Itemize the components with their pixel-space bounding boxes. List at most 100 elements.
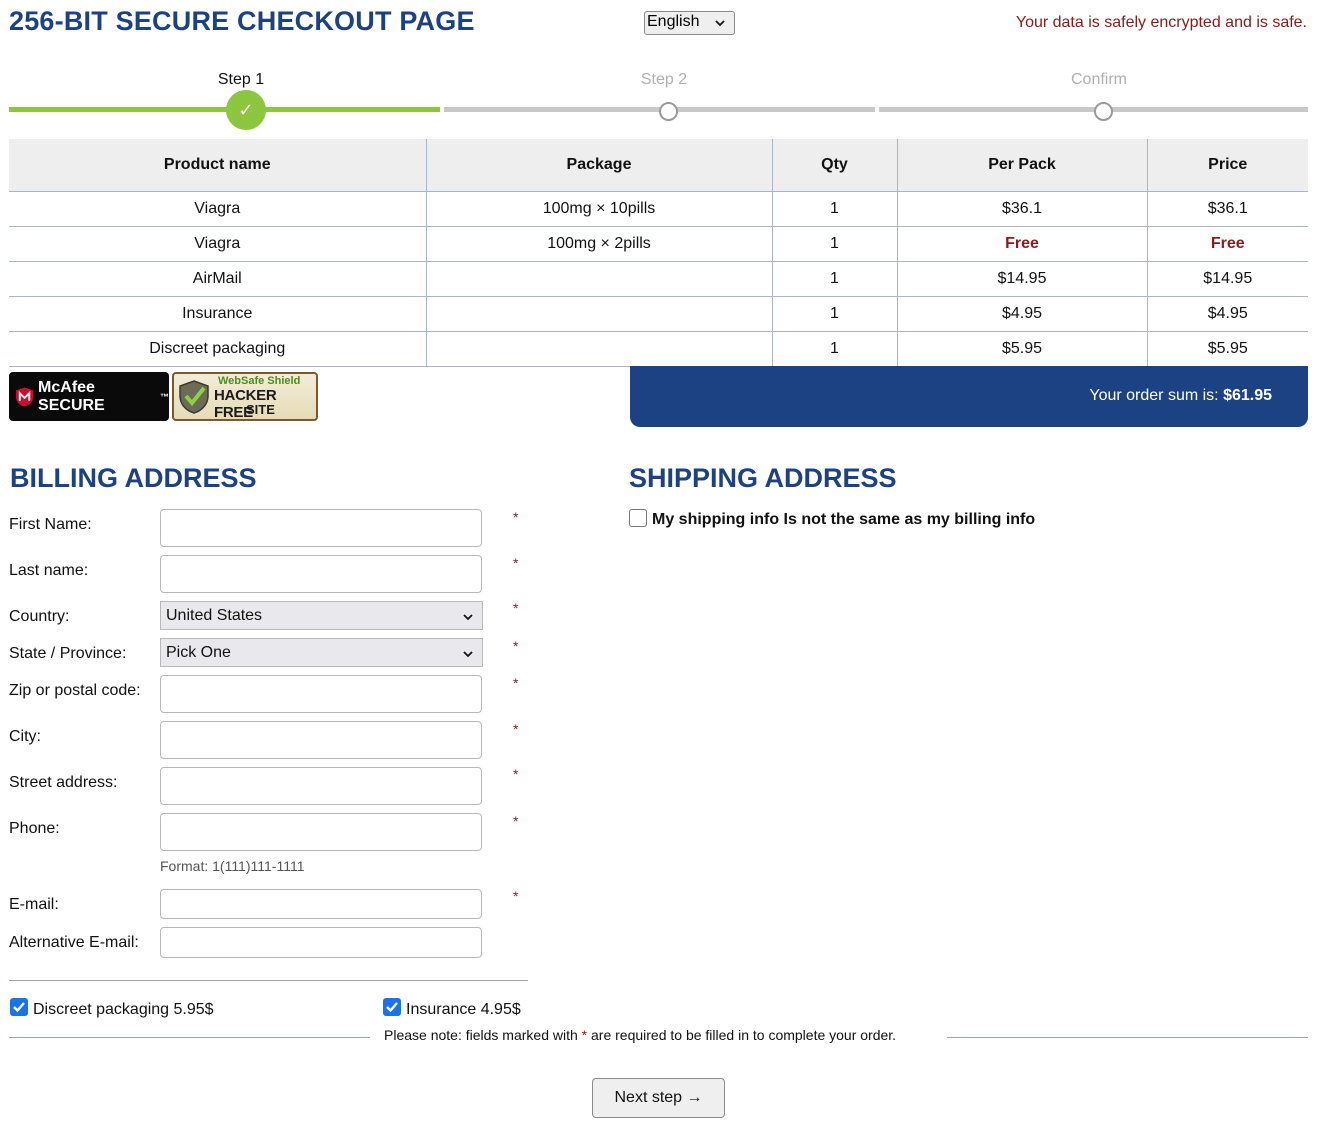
state-select[interactable]: Pick One	[160, 638, 483, 667]
hacker-free-badge[interactable]: WebSafe Shield HACKER FREE SITE	[172, 372, 318, 421]
country-label: Country:	[9, 608, 70, 625]
page-title: 256-BIT SECURE CHECKOUT PAGE	[9, 6, 475, 36]
site-text: SITE	[246, 402, 275, 417]
last-name-label: Last name:	[9, 562, 89, 579]
required-mark: *	[513, 888, 519, 904]
package-cell: 100mg × 2pills	[426, 226, 773, 262]
divider	[9, 980, 528, 981]
step-2-dot	[659, 102, 678, 121]
city-input[interactable]	[160, 721, 482, 759]
column-header: Price	[1147, 139, 1308, 192]
qty-cell: 1	[772, 261, 898, 297]
table-row: Insurance 1 $4.95 $4.95	[9, 296, 1308, 332]
zip-input[interactable]	[160, 675, 482, 713]
alt-email-label: Alternative E-mail:	[9, 934, 139, 951]
table-row: Viagra 100mg × 2pills 1 Free Free	[9, 226, 1308, 262]
order-sum-label: Your order sum is:	[1089, 387, 1224, 404]
insurance-checkbox[interactable]	[383, 998, 401, 1016]
package-cell	[426, 331, 773, 367]
last-name-input[interactable]	[160, 555, 482, 593]
required-mark: *	[513, 600, 519, 616]
street-input[interactable]	[160, 767, 482, 805]
street-label: Street address:	[9, 774, 118, 791]
country-select[interactable]: United States	[160, 601, 483, 630]
note-before: Please note: fields marked with	[384, 1027, 582, 1043]
column-header: Product name	[9, 139, 427, 192]
order-sum-value: $61.95	[1223, 387, 1272, 404]
insurance-label[interactable]: Insurance 4.95$	[406, 1001, 521, 1019]
qty-cell: 1	[772, 331, 898, 367]
required-mark: *	[513, 766, 519, 782]
product-cell: AirMail	[9, 261, 427, 297]
shipping-different-checkbox[interactable]	[629, 509, 647, 527]
table-header-row: Product name Package Qty Per Pack Price	[9, 139, 1308, 192]
table-row: Viagra 100mg × 10pills 1 $36.1 $36.1	[9, 191, 1308, 227]
qty-cell: 1	[772, 191, 898, 227]
shipping-different-label[interactable]: My shipping info Is not the same as my b…	[652, 511, 1035, 529]
mcafee-secure-badge[interactable]: McAfee SECURE ™	[9, 372, 169, 421]
zip-label: Zip or postal code:	[9, 682, 141, 699]
required-mark: *	[513, 638, 519, 654]
email-label: E-mail:	[9, 896, 59, 913]
city-label: City:	[9, 728, 41, 745]
product-cell: Viagra	[9, 226, 427, 262]
per-pack-cell: Free	[897, 226, 1148, 262]
chevron-down-icon	[463, 651, 473, 658]
phone-label: Phone:	[9, 820, 60, 837]
chevron-down-icon	[715, 20, 725, 27]
required-mark: *	[513, 555, 519, 571]
first-name-input[interactable]	[160, 509, 482, 547]
country-select-value: United States	[166, 607, 263, 624]
order-sum-panel: Your order sum is: $61.95	[630, 366, 1308, 427]
shield-check-icon	[179, 380, 209, 414]
price-cell: $5.95	[1147, 331, 1308, 367]
required-mark: *	[513, 721, 519, 737]
phone-input[interactable]	[160, 813, 482, 851]
phone-format-hint: Format: 1(111)111-1111	[160, 858, 305, 874]
shipping-title: SHIPPING ADDRESS	[629, 463, 897, 493]
column-header: Qty	[772, 139, 898, 192]
per-pack-cell: $4.95	[897, 296, 1148, 332]
state-select-value: Pick One	[166, 644, 231, 661]
language-select[interactable]: English	[644, 11, 735, 35]
price-cell: $14.95	[1147, 261, 1308, 297]
divider	[947, 1037, 1308, 1038]
price-cell: $4.95	[1147, 296, 1308, 332]
state-label: State / Province:	[9, 645, 127, 662]
discreet-packaging-label[interactable]: Discreet packaging 5.95$	[33, 1001, 214, 1019]
check-icon	[13, 1002, 25, 1013]
product-cell: Insurance	[9, 296, 427, 332]
discreet-packaging-checkbox[interactable]	[10, 998, 28, 1016]
required-fields-note: Please note: fields marked with * are re…	[384, 1027, 896, 1043]
product-cell: Discreet packaging	[9, 331, 427, 367]
product-cell: Viagra	[9, 191, 427, 227]
package-cell	[426, 261, 773, 297]
step-2-label: Step 2	[640, 71, 688, 88]
package-cell	[426, 296, 773, 332]
note-after: are required to be filled in to complete…	[587, 1027, 897, 1043]
language-select-value: English	[647, 13, 700, 30]
table-row: AirMail 1 $14.95 $14.95	[9, 261, 1308, 297]
required-mark: *	[513, 813, 519, 829]
alt-email-input[interactable]	[160, 927, 482, 958]
security-note: Your data is safely encrypted and is saf…	[1015, 14, 1307, 31]
table-row: Discreet packaging 1 $5.95 $5.95	[9, 331, 1308, 367]
qty-cell: 1	[772, 296, 898, 332]
step-confirm-dot	[1094, 102, 1113, 121]
check-icon	[386, 1002, 398, 1013]
step-1-check-icon: ✓	[226, 90, 266, 130]
column-header: Per Pack	[897, 139, 1148, 192]
per-pack-cell: $36.1	[897, 191, 1148, 227]
billing-title: BILLING ADDRESS	[10, 463, 257, 493]
step-1-bar	[9, 107, 440, 112]
column-header: Package	[426, 139, 773, 192]
divider	[9, 1037, 370, 1038]
mcafee-badge-text: McAfee SECURE	[38, 378, 105, 414]
chevron-down-icon	[463, 614, 473, 621]
mcafee-shield-icon	[15, 386, 34, 407]
step-confirm-label: Confirm	[1070, 71, 1127, 88]
email-input[interactable]	[160, 889, 482, 919]
first-name-label: First Name:	[9, 516, 92, 533]
step-1-label: Step 1	[217, 71, 265, 88]
next-step-button[interactable]: Next step →	[592, 1078, 725, 1118]
